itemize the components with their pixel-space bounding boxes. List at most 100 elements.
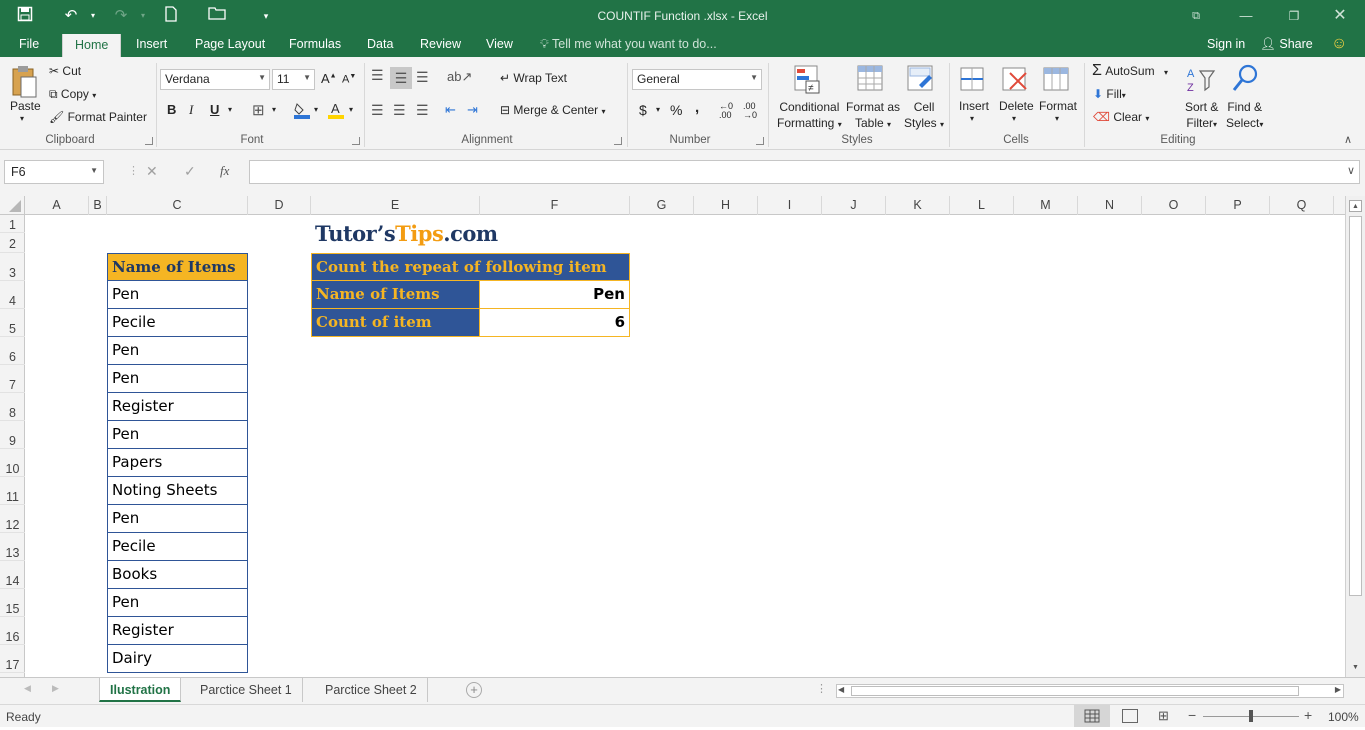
close-icon[interactable]: ✕: [1326, 6, 1354, 26]
next-sheet-icon[interactable]: ▶: [52, 683, 59, 694]
list-item[interactable]: Register: [107, 617, 248, 645]
list-item[interactable]: Register: [107, 393, 248, 421]
collapse-ribbon-icon[interactable]: ∧: [1344, 133, 1352, 146]
column-header[interactable]: K: [886, 196, 950, 215]
summary-value-item[interactable]: Pen: [480, 281, 630, 309]
column-header[interactable]: F: [480, 196, 630, 215]
column-header[interactable]: H: [694, 196, 758, 215]
row-header[interactable]: 15: [0, 589, 25, 617]
prev-sheet-icon[interactable]: ◀: [24, 683, 31, 694]
list-item[interactable]: Pen: [107, 337, 248, 365]
tab-home[interactable]: Home: [62, 34, 122, 57]
summary-value-count[interactable]: 6: [480, 309, 630, 337]
summary-title-cell[interactable]: Count the repeat of following item: [311, 253, 630, 281]
top-align-icon[interactable]: ☰: [371, 67, 384, 84]
insert-function-button[interactable]: fx: [220, 163, 229, 179]
formula-input[interactable]: ∨: [249, 160, 1360, 184]
font-name-select[interactable]: Verdana ▼: [160, 69, 270, 90]
delete-cells-icon[interactable]: [1002, 65, 1030, 95]
sort-filter-button[interactable]: Sort & Filter▾: [1185, 99, 1218, 133]
find-select-button[interactable]: Find & Select▾: [1226, 99, 1263, 133]
column-header[interactable]: L: [950, 196, 1014, 215]
sheet-tab-practice-1[interactable]: Parctice Sheet 1: [190, 678, 303, 702]
autosum-button[interactable]: Σ AutoSum ▾: [1092, 62, 1168, 80]
column-header[interactable]: B: [89, 196, 107, 215]
vertical-scrollbar[interactable]: ▲ ▼: [1345, 196, 1365, 677]
summary-label-item[interactable]: Name of Items: [311, 281, 480, 309]
list-item[interactable]: Noting Sheets: [107, 477, 248, 505]
scroll-right-icon[interactable]: ▶: [1335, 685, 1341, 694]
tab-insert[interactable]: Insert: [136, 37, 167, 51]
row-header[interactable]: 17: [0, 645, 25, 673]
page-break-view-icon[interactable]: ⊞: [1158, 708, 1169, 724]
ribbon-display-icon[interactable]: ⧉: [1182, 6, 1210, 26]
conditional-formatting-icon[interactable]: ≠: [794, 65, 822, 95]
sheet-tab-ilustration[interactable]: Ilustration: [99, 678, 182, 702]
name-box[interactable]: F6 ▼: [4, 160, 104, 184]
list-item[interactable]: Papers: [107, 449, 248, 477]
format-cells-icon[interactable]: [1043, 65, 1071, 95]
normal-view-button[interactable]: [1074, 705, 1110, 727]
row-header[interactable]: 14: [0, 561, 25, 589]
borders-icon[interactable]: ⊞: [252, 101, 265, 119]
comma-button[interactable]: ,: [695, 99, 699, 116]
alignment-launcher-icon[interactable]: [614, 137, 622, 145]
tab-page-layout[interactable]: Page Layout: [195, 37, 265, 51]
row-header[interactable]: 2: [0, 233, 25, 253]
increase-indent-icon[interactable]: ⇥: [467, 102, 478, 118]
column-header[interactable]: O: [1142, 196, 1206, 215]
bold-button[interactable]: B: [167, 102, 176, 117]
row-header[interactable]: 5: [0, 309, 25, 337]
fill-color-dropdown-icon[interactable]: ▾: [314, 105, 318, 114]
zoom-in-icon[interactable]: +: [1304, 707, 1312, 723]
decrease-font-icon[interactable]: A▼: [342, 73, 356, 86]
insert-cells-icon[interactable]: [960, 65, 988, 95]
font-color-icon[interactable]: A: [328, 101, 344, 119]
column-header[interactable]: E: [311, 196, 480, 215]
column-header[interactable]: A: [25, 196, 89, 215]
tab-view[interactable]: View: [486, 37, 513, 51]
orientation-icon[interactable]: ab↗: [447, 69, 472, 85]
percent-button[interactable]: %: [670, 102, 682, 118]
cancel-entry-icon[interactable]: ✕: [146, 163, 158, 180]
select-all-corner[interactable]: [0, 196, 25, 215]
clear-button[interactable]: ⌫ Clear ▾: [1093, 110, 1149, 124]
align-center-icon[interactable]: ☰: [393, 102, 406, 119]
sort-filter-icon[interactable]: AZ: [1186, 65, 1216, 95]
format-cells-button[interactable]: Format: [1039, 99, 1077, 113]
column-header[interactable]: I: [758, 196, 822, 215]
align-right-icon[interactable]: ☰: [416, 102, 429, 119]
align-left-icon[interactable]: ☰: [371, 102, 384, 119]
cell-styles-button[interactable]: Cell Styles ▾: [904, 99, 944, 133]
paste-button[interactable]: Paste: [10, 99, 41, 113]
tab-data[interactable]: Data: [367, 37, 393, 51]
number-format-select[interactable]: General ▼: [632, 69, 762, 90]
copy-button[interactable]: ⧉ Copy ▾: [49, 87, 96, 102]
underline-dropdown-icon[interactable]: ▾: [228, 105, 232, 114]
column-header[interactable]: D: [248, 196, 311, 215]
italic-button[interactable]: I: [189, 102, 193, 118]
find-select-icon[interactable]: [1230, 63, 1260, 95]
decrease-indent-icon[interactable]: ⇤: [445, 102, 456, 118]
page-layout-view-icon[interactable]: [1122, 709, 1138, 723]
list-item[interactable]: Dairy: [107, 645, 248, 673]
list-item[interactable]: Books: [107, 561, 248, 589]
bottom-align-icon[interactable]: ☰: [416, 69, 429, 86]
increase-font-icon[interactable]: A▲: [321, 71, 337, 86]
borders-dropdown-icon[interactable]: ▾: [272, 105, 276, 114]
list-item[interactable]: Pen: [107, 281, 248, 309]
row-header[interactable]: 13: [0, 533, 25, 561]
row-header[interactable]: 3: [0, 253, 25, 281]
tab-formulas[interactable]: Formulas: [289, 37, 341, 51]
column-header[interactable]: Q: [1270, 196, 1334, 215]
vertical-scroll-thumb[interactable]: [1349, 216, 1362, 596]
zoom-out-icon[interactable]: −: [1188, 707, 1196, 723]
font-size-select[interactable]: 11 ▼: [272, 69, 315, 90]
list-item[interactable]: Pen: [107, 505, 248, 533]
tab-review[interactable]: Review: [420, 37, 461, 51]
column-header[interactable]: J: [822, 196, 886, 215]
column-header[interactable]: C: [107, 196, 248, 215]
fill-button[interactable]: ⬇ Fill▾: [1093, 87, 1126, 101]
row-header[interactable]: 11: [0, 477, 25, 505]
list-item[interactable]: Pecile: [107, 533, 248, 561]
